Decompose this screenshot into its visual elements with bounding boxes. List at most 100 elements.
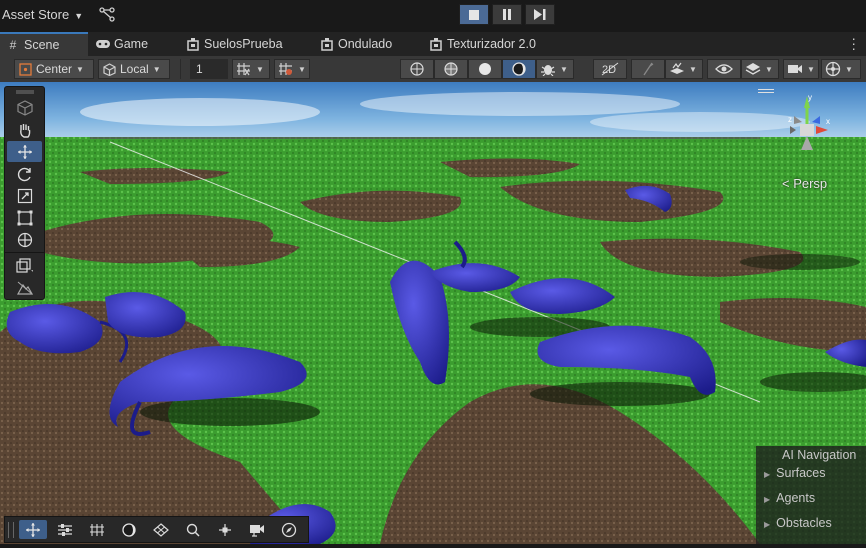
camera-overlay-button[interactable] — [243, 520, 271, 539]
branch-icon[interactable] — [98, 5, 116, 23]
pivot-mode-dropdown[interactable]: Center ▼ — [14, 59, 94, 79]
pause-button[interactable] — [492, 4, 522, 25]
step-icon — [534, 9, 546, 20]
asset-store-menu[interactable]: Asset Store ▼ — [2, 7, 83, 22]
camera-settings-dropdown[interactable]: ▼ — [783, 59, 819, 79]
scale-tool-button[interactable] — [7, 185, 42, 206]
layers-dropdown[interactable]: ▼ — [741, 59, 779, 79]
shading-shaded-wire-button[interactable] — [434, 59, 468, 79]
snap-increment-field[interactable]: 1 — [190, 59, 228, 79]
unlit-sphere-icon — [479, 63, 491, 75]
sliders-overlay-button[interactable] — [51, 520, 79, 539]
tab-label: Texturizador 2.0 — [447, 37, 536, 51]
gizmos-dropdown[interactable]: ▼ — [821, 59, 861, 79]
move-overlay-button[interactable] — [19, 520, 47, 539]
drag-handle[interactable] — [7, 88, 42, 96]
tab-game[interactable]: Game — [96, 32, 148, 56]
2d-icon: 2D — [601, 62, 619, 76]
sliders-icon — [58, 523, 72, 536]
pivot-label: Center — [36, 62, 73, 76]
tools-overlay — [4, 86, 45, 300]
item-label: Agents — [776, 491, 816, 505]
chevron-right-icon: ▶ — [764, 520, 771, 529]
ai-nav-item-surfaces[interactable]: ▶ Surfaces — [764, 466, 826, 480]
custom-tool-button[interactable] — [7, 255, 42, 276]
search-overlay-button[interactable] — [179, 520, 207, 539]
camera-icon — [788, 65, 802, 73]
editor-tab-bar: # Scene Game SuelosPrueba Ondulado Textur… — [0, 32, 866, 56]
ai-nav-item-agents[interactable]: ▶ Agents — [764, 491, 815, 505]
scene-asset-icon — [186, 37, 200, 51]
scene-visibility-button[interactable] — [707, 59, 741, 79]
custom-tool-icon — [15, 257, 33, 273]
terrain-icon — [16, 281, 33, 295]
item-label: Obstacles — [776, 516, 832, 530]
projection-label[interactable]: < Persp — [782, 176, 827, 191]
hand-tool-button[interactable] — [7, 119, 42, 140]
tab-texturizador[interactable]: Texturizador 2.0 — [429, 32, 536, 56]
gizmo-menu-icon[interactable] — [758, 89, 774, 95]
shading-wireframe-button[interactable] — [400, 59, 434, 79]
rect-tool-button[interactable] — [7, 207, 42, 228]
toggle-lighting-button[interactable] — [631, 59, 665, 79]
local-cube-icon — [103, 62, 116, 76]
scene-asset-icon — [320, 37, 334, 51]
shading-overlay-button[interactable] — [115, 520, 143, 539]
rotate-icon — [17, 167, 31, 181]
tab-scene[interactable]: # Scene — [0, 32, 88, 56]
tab-label: Scene — [24, 38, 60, 52]
wireframe-sphere-icon — [410, 62, 424, 76]
chevron-down-icon: ▼ — [298, 64, 306, 74]
move-tool-button[interactable] — [7, 141, 42, 162]
more-options-icon[interactable]: · · · — [851, 31, 856, 55]
top-bar: Asset Store ▼ — [0, 0, 866, 30]
scale-icon — [17, 188, 32, 203]
rotate-tool-button[interactable] — [7, 163, 42, 184]
compass-overlay-button[interactable] — [275, 520, 303, 539]
orientation-gizmo[interactable]: y x z — [776, 92, 838, 162]
pause-icon — [503, 9, 511, 20]
view-tool-cube-button[interactable] — [7, 97, 42, 118]
grid-snap-toggle[interactable]: ▼ — [232, 59, 270, 79]
item-label: Surfaces — [776, 466, 826, 480]
bottom-overlay-toolbar — [4, 516, 309, 543]
space-mode-dropdown[interactable]: Local ▼ — [98, 59, 170, 79]
tab-suelosprueba[interactable]: SuelosPrueba — [186, 32, 283, 56]
snap-value: 1 — [196, 62, 203, 76]
tab-label: SuelosPrueba — [204, 37, 283, 51]
chevron-down-icon: ▼ — [74, 11, 84, 21]
bug-icon — [541, 65, 555, 76]
chevron-down-icon: ▼ — [560, 64, 568, 74]
pivot-arrows-icon — [219, 523, 231, 536]
asset-store-label: Asset Store — [2, 7, 70, 22]
pivot-overlay-button[interactable] — [211, 520, 239, 539]
pivot-center-icon — [19, 62, 32, 76]
chevron-right-icon: ▶ — [764, 470, 771, 479]
chevron-down-icon: ▼ — [807, 64, 815, 74]
chevron-down-icon: ▼ — [765, 64, 773, 74]
scene-viewport[interactable] — [0, 82, 866, 544]
chevron-down-icon: ▼ — [689, 64, 697, 74]
increment-snap-toggle[interactable]: ▼ — [274, 59, 310, 79]
navmesh-overlay-button[interactable] — [147, 520, 175, 539]
transform-icon — [17, 232, 32, 247]
tab-ondulado[interactable]: Ondulado — [320, 32, 392, 56]
transform-tool-button[interactable] — [7, 229, 42, 250]
step-button[interactable] — [525, 4, 555, 25]
eye-icon — [715, 64, 733, 74]
chevron-right-icon: ▶ — [764, 495, 771, 504]
layers-icon — [745, 63, 761, 75]
play-button[interactable] — [459, 4, 489, 25]
shading-unlit-button[interactable] — [468, 59, 502, 79]
effects-icon — [670, 62, 684, 74]
debug-draw-mode-dropdown[interactable]: ▼ — [536, 59, 574, 79]
shading-shaded-button[interactable] — [502, 59, 536, 79]
drag-handle[interactable] — [8, 521, 14, 538]
toggle-2d-button[interactable]: 2D — [593, 59, 627, 79]
audio-effects-dropdown[interactable]: ▼ — [665, 59, 703, 79]
terrain-tool-button[interactable] — [7, 277, 42, 298]
grid-overlay-button[interactable] — [83, 520, 111, 539]
ai-nav-item-obstacles[interactable]: ▶ Obstacles — [764, 516, 832, 530]
scene-render — [0, 82, 866, 544]
gizmo-z-label: z — [788, 115, 792, 124]
